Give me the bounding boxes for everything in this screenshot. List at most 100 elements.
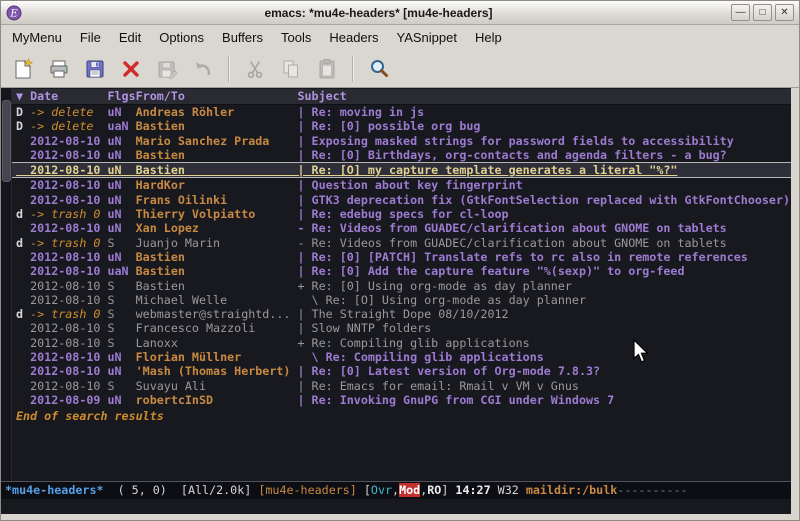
menu-options[interactable]: Options — [150, 25, 213, 50]
maximize-button[interactable]: □ — [753, 4, 772, 21]
modeline-overwrite: Ovr — [371, 483, 392, 497]
msg-mark — [16, 379, 30, 393]
menu-headers[interactable]: Headers — [320, 25, 387, 50]
message-row[interactable]: 2012-08-10 S Lanoxx + Re: Compiling glib… — [12, 336, 791, 350]
modeline-position: ( 5, 0) — [104, 483, 181, 497]
new-file-button[interactable] — [5, 53, 41, 85]
menu-file[interactable]: File — [71, 25, 110, 50]
menu-tools[interactable]: Tools — [272, 25, 320, 50]
msg-date: 2012-08-10 — [30, 364, 107, 378]
kill-buffer-button[interactable] — [113, 53, 149, 85]
close-x-icon — [120, 58, 142, 80]
title-bar[interactable]: E emacs: *mu4e-headers* [mu4e-headers] —… — [1, 1, 799, 25]
msg-from: Bastien — [136, 148, 298, 162]
msg-date: 2012-08-10 — [30, 279, 107, 293]
msg-subject: | GTK3 deprecation fix (GtkFontSelection… — [297, 193, 790, 207]
modeline-size: [All/2.0k] — [181, 483, 258, 497]
msg-flags: S — [107, 307, 135, 321]
message-row[interactable]: 2012-08-09 uN robertcInSD | Re: Invoking… — [12, 393, 791, 407]
save-as-icon — [156, 58, 178, 80]
message-row[interactable]: d -> trash 0 S webmaster@straightd... | … — [12, 307, 791, 321]
msg-mark — [16, 293, 30, 307]
window-title: emacs: *mu4e-headers* [mu4e-headers] — [26, 6, 731, 20]
message-row[interactable]: 2012-08-10 uN Florian Müllner \ Re: Comp… — [12, 350, 791, 364]
header-line: ▼ Date FlgsFrom/To Subject — [12, 89, 791, 105]
msg-subject: | Re: [O] my capture template generates … — [297, 163, 677, 177]
msg-flags: uN — [107, 250, 135, 264]
msg-from: Bastien — [136, 119, 298, 133]
toolbar-separator — [352, 56, 354, 82]
msg-date: 2012-08-10 — [30, 178, 107, 192]
msg-mark — [16, 321, 30, 335]
msg-from: Juanjo Marin — [136, 236, 298, 250]
msg-flags: S — [107, 293, 135, 307]
msg-mark — [16, 193, 30, 207]
msg-from: Lanoxx — [136, 336, 298, 350]
menu-bar: MyMenuFileEditOptionsBuffersToolsHeaders… — [1, 25, 799, 50]
modeline-bracket-open: [ — [357, 483, 371, 497]
msg-from: Frans Oilinki — [136, 193, 298, 207]
message-row[interactable]: 2012-08-10 uN Mario Sanchez Prada | Expo… — [12, 134, 791, 148]
msg-subject: | Re: [0] [PATCH] Translate refs to rc a… — [297, 250, 747, 264]
message-row[interactable]: 2012-08-10 uN Xan Lopez - Re: Videos fro… — [12, 221, 791, 235]
message-row[interactable]: d -> trash 0 S Juanjo Marin - Re: Videos… — [12, 236, 791, 250]
message-row[interactable]: 2012-08-10 S Michael Welle \ Re: [O] Usi… — [12, 293, 791, 307]
message-row[interactable]: D -> delete uaN Bastien | Re: [0] possib… — [12, 119, 791, 133]
msg-date: 2012-08-09 — [30, 393, 107, 407]
msg-flags: uN — [107, 207, 135, 221]
msg-subject: | Re: edebug specs for cl-loop — [297, 207, 508, 221]
msg-subject: - Re: Videos from GUADEC/clarification a… — [297, 221, 726, 235]
message-row[interactable]: 2012-08-10 uN Bastien | Re: [0] Birthday… — [12, 148, 791, 162]
msg-subject: | Re: moving in js — [297, 105, 424, 119]
menu-edit[interactable]: Edit — [110, 25, 150, 50]
message-row[interactable]: 2012-08-10 uN HardKor | Question about k… — [12, 178, 791, 192]
message-row[interactable]: 2012-08-10 uN 'Mash (Thomas Herbert) | R… — [12, 364, 791, 378]
msg-date: -> delete — [30, 105, 107, 119]
msg-from: Andreas Röhler — [136, 105, 298, 119]
msg-subject: + Re: [0] Using org-mode as day planner — [297, 279, 571, 293]
menu-help[interactable]: Help — [466, 25, 511, 50]
message-list: D -> delete uN Andreas Röhler | Re: movi… — [12, 105, 791, 407]
msg-date: 2012-08-10 — [30, 148, 107, 162]
msg-subject: | Question about key fingerprint — [297, 178, 522, 192]
msg-from: Florian Müllner — [136, 350, 298, 364]
message-row[interactable]: 2012-08-10 uN Bastien | Re: [0] [PATCH] … — [12, 250, 791, 264]
msg-date: 2012-08-10 — [30, 221, 107, 235]
scrollbar[interactable] — [1, 88, 12, 481]
msg-mark — [16, 250, 30, 264]
message-row[interactable]: d -> trash 0 uN Thierry Volpiatto | Re: … — [12, 207, 791, 221]
msg-subject: | Re: Invoking GnuPG from CGI under Wind… — [297, 393, 614, 407]
msg-flags: uN — [107, 193, 135, 207]
msg-mark — [16, 336, 30, 350]
message-row[interactable]: 2012-08-10 uN Frans Oilinki | GTK3 depre… — [12, 193, 791, 207]
message-row[interactable]: 2012-08-10 uN Bastien | Re: [O] my captu… — [12, 162, 791, 178]
buffer-area: ▼ Date FlgsFrom/To Subject D -> delete u… — [1, 88, 791, 481]
msg-flags: uaN — [107, 264, 135, 278]
close-button[interactable]: ✕ — [775, 4, 794, 21]
menu-buffers[interactable]: Buffers — [213, 25, 272, 50]
msg-flags: S — [107, 321, 135, 335]
scissors-icon — [244, 58, 266, 80]
msg-subject: | Re: [0] possible org bug — [297, 119, 480, 133]
search-button[interactable] — [361, 53, 397, 85]
message-row[interactable]: 2012-08-10 S Bastien + Re: [0] Using org… — [12, 279, 791, 293]
minimize-button[interactable]: — — [731, 4, 750, 21]
menu-mymenu[interactable]: MyMenu — [3, 25, 71, 50]
scrollbar-thumb[interactable] — [2, 100, 11, 182]
save-button[interactable] — [77, 53, 113, 85]
msg-subject: | Exposing masked strings for password f… — [297, 134, 733, 148]
message-row[interactable]: D -> delete uN Andreas Röhler | Re: movi… — [12, 105, 791, 119]
msg-date: 2012-08-10 — [30, 163, 107, 177]
msg-from: Xan Lopez — [136, 221, 298, 235]
msg-flags: uN — [107, 105, 135, 119]
save-as-button — [149, 53, 185, 85]
minibuffer[interactable] — [1, 499, 791, 514]
message-row[interactable]: 2012-08-10 uaN Bastien | Re: [0] Add the… — [12, 264, 791, 278]
msg-mark: D — [16, 105, 30, 119]
message-row[interactable]: 2012-08-10 S Suvayu Ali | Re: Emacs for … — [12, 379, 791, 393]
undo-arrow-icon — [192, 58, 214, 80]
message-row[interactable]: 2012-08-10 S Francesco Mazzoli | Slow NN… — [12, 321, 791, 335]
menu-yasnippet[interactable]: YASnippet — [387, 25, 465, 50]
print-button[interactable] — [41, 53, 77, 85]
msg-subject: + Re: Compiling glib applications — [297, 336, 529, 350]
